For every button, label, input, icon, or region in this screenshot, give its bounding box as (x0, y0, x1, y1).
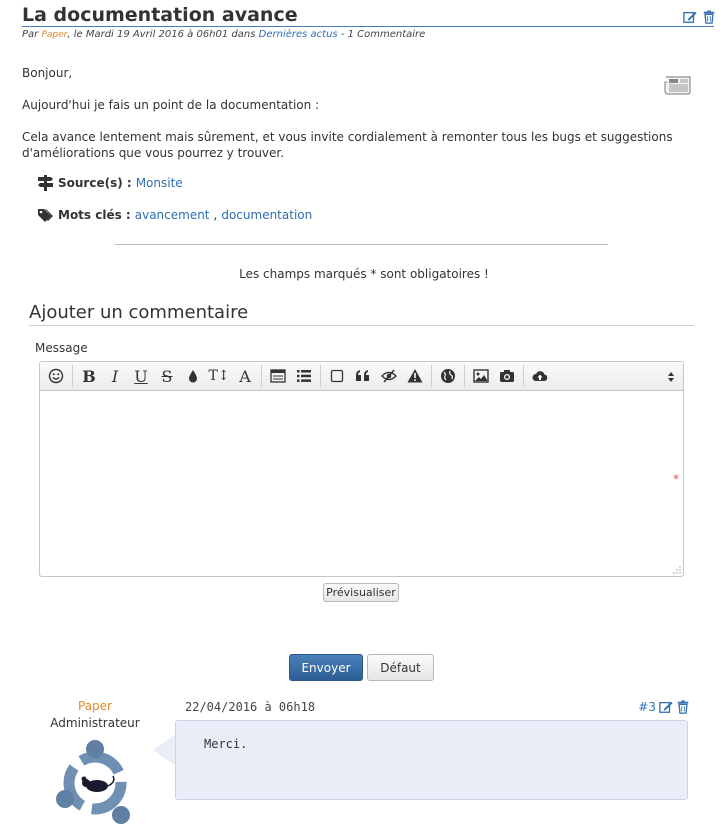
message-editor[interactable]: B I U S T↕ A * (39, 361, 684, 577)
article-title: La documentation avance (22, 4, 298, 26)
newspaper-icon (664, 76, 691, 95)
list-icon[interactable] (291, 364, 317, 388)
keyword-link[interactable]: avancement (135, 208, 210, 222)
italic-button[interactable]: I (102, 364, 128, 388)
smiley-icon[interactable] (43, 364, 69, 388)
resize-grip-icon[interactable] (673, 566, 681, 574)
comment-author-role: Administrateur (50, 716, 140, 730)
article-paragraph: Aujourd'hui je fais un point de la docum… (22, 98, 320, 112)
add-comment-title: Ajouter un commentaire (29, 302, 249, 323)
cloud-upload-icon[interactable] (527, 364, 553, 388)
toolbar-separator (523, 365, 524, 387)
signpost-icon (38, 175, 53, 191)
comment-text: Merci. (204, 737, 248, 751)
source-label: Source(s) : (58, 176, 132, 190)
keyword-link[interactable]: documentation (221, 208, 312, 222)
preview-button[interactable]: Prévisualiser (323, 583, 399, 602)
meta-separator: - (340, 29, 345, 40)
edit-icon[interactable] (683, 10, 697, 24)
text-size-button[interactable]: T↕ (206, 364, 232, 388)
strikethrough-button[interactable]: S (154, 364, 180, 388)
comment-actions: #3 (638, 700, 690, 714)
article-paragraph: Bonjour, (22, 66, 73, 80)
globe-icon[interactable] (435, 364, 461, 388)
comment-bubble (175, 720, 688, 800)
comment-bubble-arrow (153, 734, 176, 766)
underline-button[interactable]: U (128, 364, 154, 388)
article-actions (683, 10, 716, 24)
toolbar-separator (431, 365, 432, 387)
required-star: * (673, 472, 679, 486)
message-label: Message (35, 341, 88, 355)
tags-icon (38, 209, 53, 222)
warning-icon[interactable] (402, 364, 428, 388)
toolbar-separator (72, 365, 73, 387)
align-block-icon[interactable] (265, 364, 291, 388)
toolbar-separator (320, 365, 321, 387)
comment-number-link[interactable]: #3 (638, 700, 656, 714)
keywords-label: Mots clés : (58, 208, 131, 222)
delete-icon[interactable] (702, 10, 716, 24)
editor-toolbar: B I U S T↕ A (40, 362, 683, 391)
content-divider (115, 244, 608, 245)
spoiler-eye-slash-icon[interactable] (376, 364, 402, 388)
meta-category-link[interactable]: Dernières actus (259, 29, 338, 40)
color-drop-icon[interactable] (180, 364, 206, 388)
default-button[interactable]: Défaut (367, 654, 434, 681)
send-button[interactable]: Envoyer (289, 654, 363, 681)
article-paragraph: Cela avance lentement mais sûrement, et … (22, 130, 673, 160)
delete-icon[interactable] (676, 700, 690, 714)
toolbar-separator (464, 365, 465, 387)
keywords-row: Mots clés : avancement, documentation (37, 207, 312, 223)
section-divider (29, 325, 694, 326)
font-button[interactable]: A (232, 364, 258, 388)
camera-icon[interactable] (494, 364, 520, 388)
meta-comments-count: 1 Commentaire (347, 29, 426, 40)
title-divider (22, 26, 714, 27)
toolbar-separator (261, 365, 262, 387)
edit-icon[interactable] (659, 700, 673, 714)
keyword-separator: , (213, 208, 218, 222)
meta-date: , le Mardi 19 Avril 2016 à 06h01 dans (67, 29, 256, 40)
required-fields-note: Les champs marqués * sont obligatoires ! (239, 267, 489, 281)
toolbar-expand-icon[interactable] (667, 371, 675, 383)
avatar (56, 740, 130, 824)
source-row: Source(s) : Monsite (37, 175, 183, 191)
source-link[interactable]: Monsite (136, 176, 183, 190)
meta-author-link[interactable]: Paper (41, 30, 67, 40)
comment-author-link[interactable]: Paper (52, 699, 138, 713)
meta-prefix: Par (22, 29, 39, 40)
bold-button[interactable]: B (76, 364, 102, 388)
checkbox-icon[interactable] (324, 364, 350, 388)
image-icon[interactable] (468, 364, 494, 388)
comment-date: 22/04/2016 à 06h18 (185, 700, 316, 714)
quote-icon[interactable] (350, 364, 376, 388)
article-meta: Par Paper, le Mardi 19 Avril 2016 à 06h0… (22, 29, 425, 40)
